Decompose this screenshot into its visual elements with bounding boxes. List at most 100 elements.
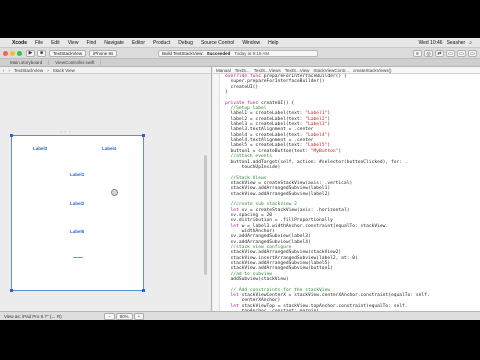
editor-assistant-icon[interactable]: ◎ <box>424 50 433 57</box>
resize-handle[interactable] <box>142 289 145 292</box>
tab-storyboard[interactable]: Main.storyboard <box>4 60 50 65</box>
zoom-out-button[interactable]: − <box>104 313 115 320</box>
menu-source-control[interactable]: Source Control <box>201 40 234 46</box>
minimize-window-icon[interactable] <box>10 50 15 56</box>
code-token: label3.textAlignment = .center <box>225 127 314 133</box>
scheme-selector[interactable]: TextStackView <box>49 49 87 57</box>
my-button[interactable] <box>73 257 83 259</box>
jump-manual[interactable]: Manual <box>216 68 231 73</box>
toolbar: ▶ ■ TextStackView iPhone 8s Build TextSt… <box>0 48 480 59</box>
zoom-controls: − 90% + <box>104 313 145 320</box>
code-token: //create sub stackview 2 <box>225 202 297 208</box>
canvas-vertical-scrollbar[interactable] <box>204 155 207 275</box>
zoom-in-button[interactable]: + <box>133 313 145 320</box>
toolbar-right: ≡ ◎ ⇄ ▭ ▭ ▭ <box>411 50 477 57</box>
code-token: "MyButton" <box>310 148 339 154</box>
debug-toggle-icon[interactable]: ▭ <box>457 50 466 57</box>
resize-handle[interactable] <box>10 134 13 137</box>
run-button[interactable]: ▶ <box>26 49 35 57</box>
editor-version-icon[interactable]: ⇄ <box>435 50 444 57</box>
menu-edit[interactable]: Edit <box>51 40 60 46</box>
zoom-window-icon[interactable] <box>17 50 22 56</box>
menu-editor[interactable]: Editor <box>132 40 145 46</box>
menu-help[interactable]: Help <box>268 40 278 46</box>
label2[interactable]: Label2 <box>70 201 84 206</box>
tab-viewcontroller[interactable]: ViewController.swift <box>49 60 102 65</box>
code-token: // Add constraints for the stackView <box>225 287 331 293</box>
code-token: //attach events <box>225 154 273 160</box>
code-token: ) <box>327 111 331 117</box>
code-token: ) <box>327 122 331 128</box>
code-token: "Label1" <box>305 111 328 117</box>
search-icon[interactable]: ⌕ <box>469 40 472 46</box>
menu-file[interactable]: File <box>35 40 43 46</box>
source-code[interactable]: override func prepareForInterfaceBuilder… <box>225 74 477 320</box>
activity-status: Succeeded <box>206 51 231 56</box>
code-token: ) <box>327 116 331 122</box>
code-token: let <box>225 207 242 213</box>
jump-item-2[interactable]: TextS...Views <box>254 68 281 73</box>
user-name[interactable]: Seasher <box>447 40 466 46</box>
code-token: label2 = createLabel(text: <box>225 116 306 122</box>
utilities-toggle-icon[interactable]: ▭ <box>468 50 477 57</box>
navigator-toggle-icon[interactable]: ▭ <box>446 50 455 57</box>
label4[interactable]: Label4 <box>102 146 116 151</box>
device-selector[interactable]: iPhone 8s <box>89 49 118 57</box>
code-editor[interactable]: Manual TextS... TextS...Views TextS...Vi… <box>213 67 480 320</box>
code-token: "Label2" <box>305 116 328 122</box>
activity-project: Build TextStackView: <box>162 51 204 56</box>
menu-find[interactable]: Find <box>86 40 96 46</box>
menu-extras: Wed 10:46 Seasher ⌕ <box>418 40 476 46</box>
menu-window[interactable]: Window <box>242 40 260 46</box>
clock[interactable]: Wed 10:46 <box>418 40 442 46</box>
code-token: stackView.addArrangedSubview(label1) <box>225 186 331 192</box>
play-icon: ▶ <box>28 50 33 56</box>
editor-standard-icon[interactable]: ≡ <box>413 50 422 57</box>
label1[interactable]: Label1 <box>70 172 84 177</box>
view-as-device[interactable]: View as: iPad Pro 9.7" (← R) <box>4 314 62 319</box>
code-token: ) <box>338 148 342 154</box>
jump-separator-icon: › <box>47 67 49 73</box>
menu-app-name[interactable]: Xcode <box>12 40 27 46</box>
menu-view[interactable]: View <box>68 40 79 46</box>
stop-button[interactable]: ■ <box>37 49 46 57</box>
code-token: sv.addArrangedSubview(label4) <box>225 239 311 245</box>
close-window-icon[interactable] <box>3 50 8 56</box>
code-token: //ad to subview <box>225 271 273 277</box>
label5[interactable]: Label5 <box>70 229 84 234</box>
zoom-level: 90% <box>115 313 133 320</box>
code-token: addSubview(stackView) <box>225 277 289 283</box>
custom-view-scene[interactable]: Label3 Label4 Label1 Label2 Label5 <box>10 134 145 292</box>
menu-navigate[interactable]: Navigate <box>104 40 124 46</box>
resize-handle[interactable] <box>142 134 145 137</box>
code-token: stackView.addArrangedSubview(button1) <box>225 266 333 272</box>
menu-debug[interactable]: Debug <box>178 40 193 46</box>
storyboard-canvas[interactable]: ‹ › TextStackView › Stack View ◦ ◦ ◦ Lab… <box>0 67 212 311</box>
code-token: touchUpInside) <box>225 164 281 170</box>
code-token: private func <box>225 100 261 106</box>
xcode-window: Xcode File Edit View Find Navigate Edito… <box>0 38 480 320</box>
code-token: sv.distribution = .fillProportionally <box>225 218 333 224</box>
left-jump-item-project[interactable]: TextStackView <box>14 68 43 73</box>
resize-handle[interactable] <box>10 289 13 292</box>
code-token: button1.addTarget(self, action: #selecto… <box>225 159 408 165</box>
scene-dock[interactable]: ◦ ◦ ◦ <box>60 129 71 134</box>
tab-bar: Main.storyboard ViewController.swift <box>0 59 480 67</box>
jump-item-3[interactable]: TextS...View <box>285 68 310 73</box>
activity-viewer: Build TextStackView: Succeeded Today at … <box>158 50 318 57</box>
jump-forward-icon[interactable]: › <box>9 68 11 73</box>
label3[interactable]: Label3 <box>33 146 47 151</box>
line-gutter[interactable] <box>213 74 220 311</box>
activity-time: Today at 9:18 AM <box>234 51 270 56</box>
cursor-indicator-icon <box>111 189 118 196</box>
code-token: w = label3.widthAnchor.constraint(equalT… <box>241 223 389 229</box>
jump-item-1[interactable]: TextS... <box>235 68 250 73</box>
code-token: label5 = createLabel(text: <box>225 143 306 149</box>
jump-item-4[interactable]: StackViewContr... <box>313 68 348 73</box>
code-token: label1 = createLabel(text: <box>225 111 306 117</box>
jump-item-5[interactable]: createStackViews() <box>353 68 392 73</box>
stop-icon: ■ <box>39 50 44 56</box>
menu-product[interactable]: Product <box>153 40 170 46</box>
jump-back-icon[interactable]: ‹ <box>3 68 5 73</box>
left-jump-item-stack[interactable]: Stack View <box>53 68 75 73</box>
